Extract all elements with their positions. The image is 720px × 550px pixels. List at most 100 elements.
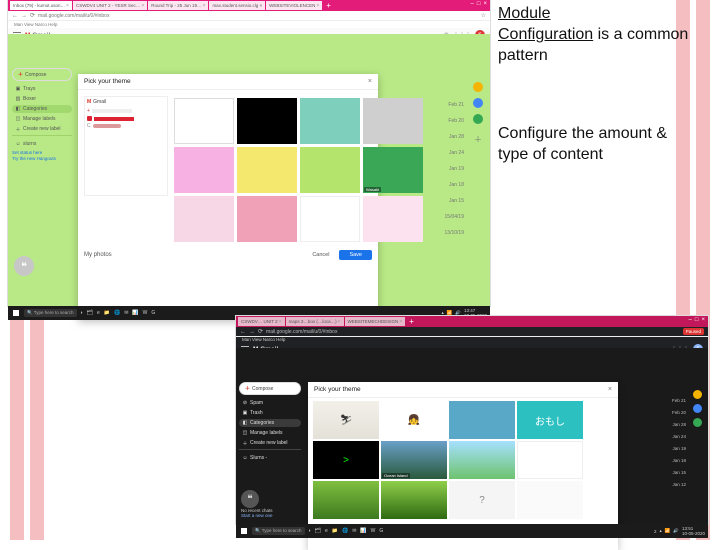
keep-icon[interactable] bbox=[693, 404, 702, 413]
theme-tile[interactable] bbox=[174, 98, 234, 144]
theme-tile[interactable] bbox=[381, 481, 447, 519]
theme-tile[interactable] bbox=[237, 98, 297, 144]
new-tab-button[interactable]: + bbox=[406, 317, 417, 326]
sidebar-item[interactable]: ▥Boxer bbox=[12, 95, 72, 103]
maximize-icon[interactable]: □ bbox=[477, 1, 481, 7]
sidebar-item[interactable]: ▣Trays bbox=[12, 85, 72, 93]
taskbar-app-icon[interactable]: 🌐 bbox=[114, 310, 120, 316]
back-icon[interactable]: ← bbox=[240, 329, 246, 335]
theme-tile[interactable] bbox=[449, 401, 515, 439]
sidebar-item[interactable]: ◫Manage labels bbox=[239, 429, 301, 437]
theme-tile[interactable]: ? bbox=[449, 481, 515, 519]
close-icon[interactable]: × bbox=[608, 386, 612, 393]
new-tab-button[interactable]: + bbox=[323, 1, 334, 10]
taskbar-app-icon[interactable]: 📊 bbox=[360, 528, 366, 534]
sidebar-item[interactable]: ⊘Spam bbox=[239, 399, 301, 407]
calendar-icon[interactable] bbox=[473, 82, 483, 92]
tray-icon[interactable]: ▴ bbox=[659, 528, 661, 534]
theme-tile[interactable]: > bbox=[313, 441, 379, 479]
volume-icon[interactable]: 🔊 bbox=[673, 528, 679, 534]
browser-tab[interactable]: WEBSITEVIOLENCEN× bbox=[266, 1, 322, 10]
sidebar-item[interactable]: ▣Trash bbox=[239, 409, 301, 417]
compose-button[interactable]: ＋ Compose bbox=[239, 382, 301, 395]
cancel-button[interactable]: Cancel bbox=[306, 250, 335, 260]
sidebar-item[interactable]: ◫Manage labels bbox=[12, 115, 72, 123]
close-window-icon[interactable]: × bbox=[701, 317, 705, 323]
sidebar-item[interactable]: ☺Slurns - bbox=[239, 454, 301, 462]
sidebar-item[interactable]: ＋Create new label bbox=[239, 439, 301, 447]
close-icon[interactable]: × bbox=[368, 78, 372, 85]
theme-tile[interactable] bbox=[237, 147, 297, 193]
sidebar-item[interactable]: ◧Categories bbox=[239, 419, 301, 427]
wifi-icon[interactable]: 📶 bbox=[665, 528, 671, 534]
taskbar-app-icon[interactable]: 🗂 bbox=[315, 528, 321, 534]
taskbar-app-icon[interactable]: ✉ bbox=[124, 310, 128, 316]
sidebar-item[interactable]: ＋Create new label bbox=[12, 125, 72, 133]
theme-tile[interactable]: ⛷ bbox=[313, 401, 379, 439]
theme-tile[interactable] bbox=[517, 481, 583, 519]
theme-tile[interactable] bbox=[237, 196, 297, 242]
reload-icon[interactable]: ⟳ bbox=[258, 328, 263, 335]
taskbar-app-icon[interactable]: 📁 bbox=[104, 310, 110, 316]
close-icon[interactable]: × bbox=[279, 319, 282, 325]
compose-button[interactable]: ＋ Compose bbox=[12, 68, 72, 81]
close-icon[interactable]: × bbox=[141, 3, 144, 9]
taskbar-app-icon[interactable]: W bbox=[143, 310, 148, 316]
close-window-icon[interactable]: × bbox=[483, 1, 487, 7]
theme-tile[interactable]: Wasabi bbox=[363, 147, 423, 193]
theme-tile[interactable] bbox=[517, 441, 583, 479]
taskbar-app-icon[interactable]: e bbox=[325, 528, 328, 534]
theme-tile[interactable] bbox=[174, 147, 234, 193]
paused-badge[interactable]: Paused bbox=[683, 328, 704, 335]
browser-tab[interactable]: CSWDV… UNIT 2× bbox=[238, 317, 285, 326]
close-icon[interactable]: × bbox=[399, 319, 402, 325]
theme-tile[interactable]: おもし bbox=[517, 401, 583, 439]
close-icon[interactable]: × bbox=[203, 3, 206, 9]
taskbar-app-icon[interactable]: 📊 bbox=[132, 310, 138, 316]
taskbar-app-icon[interactable]: ✉ bbox=[352, 528, 356, 534]
theme-tile[interactable] bbox=[300, 196, 360, 242]
taskbar-app-icon[interactable]: ◑ bbox=[80, 310, 83, 316]
save-button[interactable]: Save bbox=[339, 250, 372, 260]
clock[interactable]: 13:5110-05-2020 bbox=[682, 526, 705, 536]
calendar-icon[interactable] bbox=[693, 390, 702, 399]
browser-tab[interactable]: maps 3…box (…loca…)× bbox=[286, 317, 344, 326]
keep-icon[interactable] bbox=[473, 98, 483, 108]
sidebar-item[interactable]: ◧Categories bbox=[12, 105, 72, 113]
theme-tile[interactable] bbox=[313, 481, 379, 519]
minimize-icon[interactable]: – bbox=[471, 1, 474, 7]
url-field[interactable]: mail.google.com/mail/u/0/#inbox bbox=[38, 13, 478, 19]
theme-tile[interactable] bbox=[300, 147, 360, 193]
taskbar-app-icon[interactable]: ◑ bbox=[308, 528, 311, 534]
forward-icon[interactable]: → bbox=[249, 329, 255, 335]
link[interactable]: Set status here bbox=[12, 150, 72, 155]
browser-tab[interactable]: Inbox (79) - kumot.oson…× bbox=[10, 1, 72, 10]
maximize-icon[interactable]: □ bbox=[695, 317, 699, 323]
theme-tile[interactable] bbox=[363, 196, 423, 242]
taskbar-app-icon[interactable]: W bbox=[371, 528, 376, 534]
link[interactable]: Try the new Hangouts bbox=[12, 156, 72, 161]
forward-icon[interactable]: → bbox=[21, 13, 27, 19]
hangouts-icon[interactable]: ❝ bbox=[241, 490, 259, 508]
start-button[interactable] bbox=[11, 308, 21, 318]
close-icon[interactable]: × bbox=[338, 319, 341, 325]
tasks-icon[interactable] bbox=[473, 114, 483, 124]
back-icon[interactable]: ← bbox=[12, 13, 18, 19]
theme-tile[interactable] bbox=[300, 98, 360, 144]
close-icon[interactable]: × bbox=[66, 3, 69, 9]
minimize-icon[interactable]: – bbox=[689, 317, 692, 323]
browser-tab[interactable]: WEBSITEMECHDESIGN× bbox=[345, 317, 406, 326]
taskbar-app-icon[interactable]: 🌐 bbox=[342, 528, 348, 534]
taskbar-app-icon[interactable]: 📁 bbox=[332, 528, 338, 534]
addons-icon[interactable]: ＋ bbox=[474, 134, 482, 145]
hangouts-link[interactable]: Start a new one bbox=[241, 513, 299, 518]
hangouts-icon[interactable]: ❝ bbox=[14, 256, 34, 276]
reload-icon[interactable]: ⟳ bbox=[30, 12, 35, 19]
taskbar-app-icon[interactable]: G bbox=[379, 528, 383, 534]
browser-tab[interactable]: CSWDV4 UNIT 2 - YESR Sec…× bbox=[73, 1, 147, 10]
url-field[interactable]: mail.google.com/mail/u/0/#inbox bbox=[266, 329, 680, 335]
browser-tab[interactable]: Round Trip - 25 Jun 19…× bbox=[148, 1, 208, 10]
close-icon[interactable]: × bbox=[316, 3, 319, 9]
taskbar-search[interactable]: 🔍 Type here to search bbox=[252, 527, 305, 535]
theme-tile[interactable]: 👧 bbox=[381, 401, 447, 439]
